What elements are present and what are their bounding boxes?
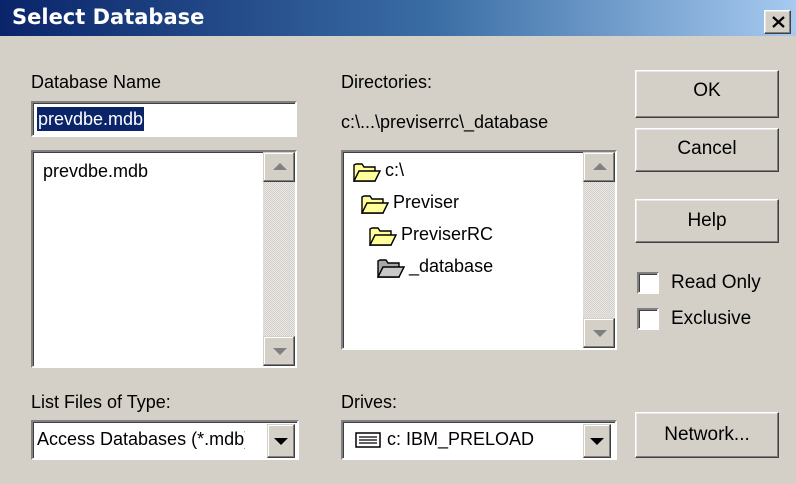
ok-button[interactable]: OK <box>635 70 779 118</box>
open-folder-icon <box>353 163 381 182</box>
exclusive-label: Exclusive <box>671 308 752 329</box>
drives-value: c: IBM_PRELOAD <box>387 429 535 449</box>
directory-item-label: _database <box>409 256 494 276</box>
arrow-down-icon <box>593 330 607 337</box>
chevron-down-icon <box>590 438 604 445</box>
directory-scroll-down-button[interactable] <box>583 318 615 348</box>
close-icon <box>772 16 785 28</box>
read-only-checkbox[interactable] <box>637 272 659 294</box>
file-type-value: Access Databases (*.mdb) <box>37 429 245 449</box>
current-directory-path: c:\...\previserrc\_database <box>341 112 549 132</box>
file-list-scroll-up-button[interactable] <box>263 152 295 182</box>
directory-item-label: PreviserRC <box>401 224 494 244</box>
database-name-value: prevdbe.mdb <box>37 107 145 131</box>
chevron-down-icon <box>274 438 288 445</box>
database-name-label: Database Name <box>31 72 162 92</box>
file-list-scroll-down-button[interactable] <box>263 336 295 366</box>
file-list-scrollbar[interactable] <box>263 152 295 366</box>
file-type-label: List Files of Type: <box>31 392 171 412</box>
exclusive-checkbox[interactable] <box>637 308 659 330</box>
arrow-up-icon <box>273 163 287 170</box>
help-button[interactable]: Help <box>635 199 779 243</box>
arrow-up-icon <box>593 163 607 170</box>
directory-list-scrollbar[interactable] <box>583 152 615 348</box>
title-bar[interactable]: Select Database <box>0 0 796 36</box>
arrow-down-icon <box>273 348 287 355</box>
network-button[interactable]: Network... <box>635 412 779 458</box>
close-button[interactable] <box>764 10 791 34</box>
select-database-dialog: Select Database Database Name prevdbe.md… <box>0 0 796 484</box>
drives-label: Drives: <box>341 392 398 412</box>
database-name-input[interactable]: prevdbe.mdb <box>31 101 297 137</box>
help-button-label: Help <box>687 210 727 231</box>
ok-button-label: OK <box>693 80 721 101</box>
file-type-combobox[interactable]: Access Databases (*.mdb) <box>31 420 299 460</box>
drives-combobox[interactable]: c: IBM_PRELOAD <box>341 420 617 460</box>
directories-label: Directories: <box>341 72 433 92</box>
drives-dropdown-button[interactable] <box>583 424 611 458</box>
directory-scroll-up-button[interactable] <box>583 152 615 182</box>
dialog-title: Select Database <box>12 5 205 29</box>
file-list-item[interactable]: prevdbe.mdb <box>43 161 148 182</box>
cancel-button[interactable]: Cancel <box>635 128 779 172</box>
open-folder-icon <box>369 227 397 246</box>
directory-item-label: Previser <box>393 192 460 212</box>
open-folder-icon <box>361 195 389 214</box>
database-file-list[interactable]: prevdbe.mdb <box>31 150 297 368</box>
read-only-label: Read Only <box>671 272 761 293</box>
directory-item-label: c:\ <box>385 160 405 180</box>
cancel-button-label: Cancel <box>677 138 737 159</box>
directory-tree-list[interactable]: c:\ Previser PreviserRC _database <box>341 150 617 350</box>
hard-drive-icon <box>355 432 381 448</box>
file-type-dropdown-button[interactable] <box>267 424 295 458</box>
network-button-label: Network... <box>664 424 750 445</box>
open-folder-icon <box>377 259 405 278</box>
